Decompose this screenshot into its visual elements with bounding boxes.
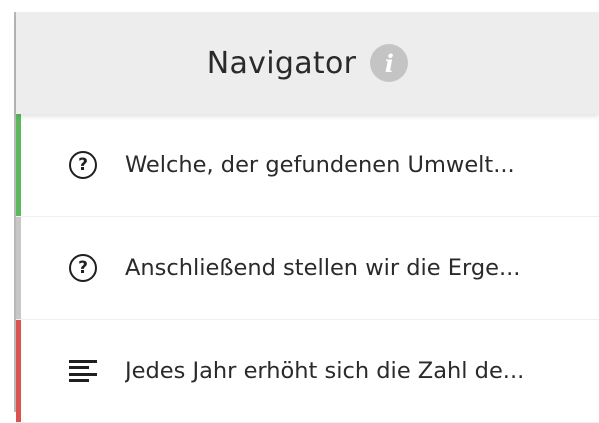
navigator-list: ? Welche, der gefundenen Umwelt... ? Ans…	[16, 114, 599, 423]
navigator-header: Navigator i	[16, 12, 599, 114]
navigator-title: Navigator	[206, 45, 357, 81]
navigator-item-label: Anschließend stellen wir die Erge...	[125, 255, 521, 281]
navigator-item[interactable]: Jedes Jahr erhöht sich die Zahl de...	[16, 320, 599, 423]
navigator-item[interactable]: ? Anschließend stellen wir die Erge...	[16, 217, 599, 320]
status-stripe	[16, 320, 21, 422]
status-stripe	[16, 114, 21, 216]
navigator-item-label: Welche, der gefundenen Umwelt...	[125, 152, 515, 178]
question-circle-icon: ?	[68, 150, 98, 180]
navigator-item-label: Jedes Jahr erhöht sich die Zahl de...	[125, 358, 525, 384]
question-circle-icon: ?	[68, 253, 98, 283]
navigator-panel: Navigator i ? Welche, der gefundenen Umw…	[0, 0, 599, 423]
status-stripe	[16, 217, 21, 319]
text-lines-icon	[68, 356, 98, 386]
info-icon[interactable]: i	[370, 44, 409, 82]
navigator-item[interactable]: ? Welche, der gefundenen Umwelt...	[16, 114, 599, 217]
